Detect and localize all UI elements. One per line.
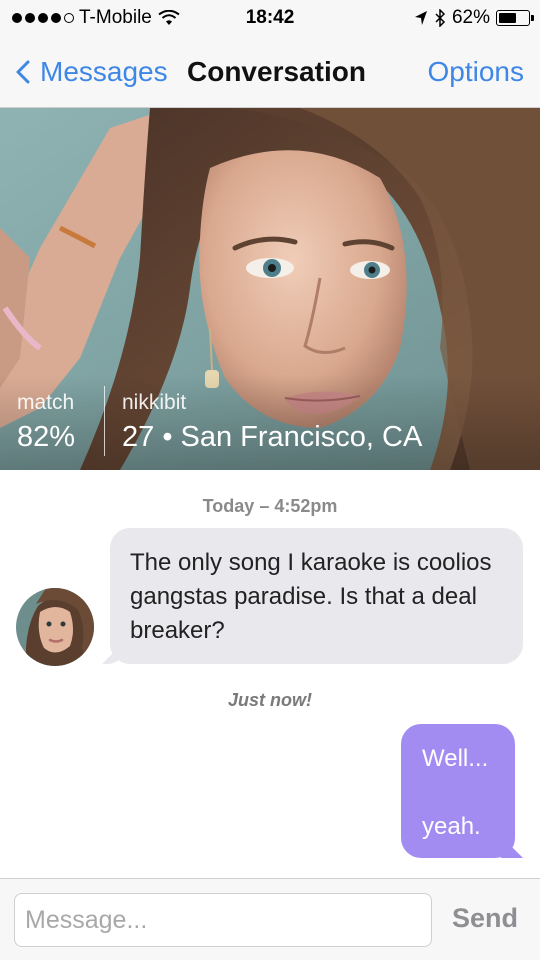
battery-level-fill <box>499 13 517 23</box>
avatar[interactable] <box>16 588 94 666</box>
message-timestamp: Today – 4:52pm <box>202 496 338 516</box>
match-block: match 82% <box>17 391 75 454</box>
chevron-left-icon <box>16 60 30 84</box>
message-input[interactable] <box>14 893 432 947</box>
location-arrow-icon <box>414 11 427 25</box>
status-right: 62% <box>414 7 534 29</box>
user-block: nikkibit 27 • San Francisco, CA <box>122 391 422 454</box>
page-title: Conversation <box>187 56 366 87</box>
message-composer: Send <box>0 878 540 960</box>
battery-percentage: 62% <box>451 7 490 28</box>
match-label: match <box>17 391 75 414</box>
status-bar: T-Mobile 18:42 62% <box>0 0 540 36</box>
info-divider <box>104 386 105 456</box>
options-button[interactable]: Options <box>428 56 525 88</box>
back-button-label: Messages <box>40 56 168 87</box>
sent-message-bubble: Well... yeah. <box>401 724 515 858</box>
bluetooth-icon <box>435 9 446 27</box>
profile-photo[interactable]: match 82% nikkibit 27 • San Francisco, C… <box>0 108 540 470</box>
user-age-location: 27 • San Francisco, CA <box>122 421 423 453</box>
avatar-image <box>16 588 94 666</box>
battery-icon <box>496 10 534 26</box>
sent-message-gap <box>422 776 495 810</box>
sent-message-line-1: Well... <box>422 745 489 772</box>
received-message-bubble: The only song I karaoke is coolios gangs… <box>110 528 523 664</box>
sent-message-line-2: yeah. <box>422 813 481 840</box>
message-timestamp-now: Just now! <box>228 690 312 710</box>
username: nikkibit <box>122 391 187 414</box>
profile-info-overlay: match 82% nikkibit 27 • San Francisco, C… <box>0 374 540 470</box>
send-button[interactable]: Send <box>452 903 518 934</box>
match-percentage: 82% <box>17 421 76 453</box>
navigation-bar: Messages Conversation Options <box>0 36 540 108</box>
back-button[interactable]: Messages <box>16 56 168 88</box>
